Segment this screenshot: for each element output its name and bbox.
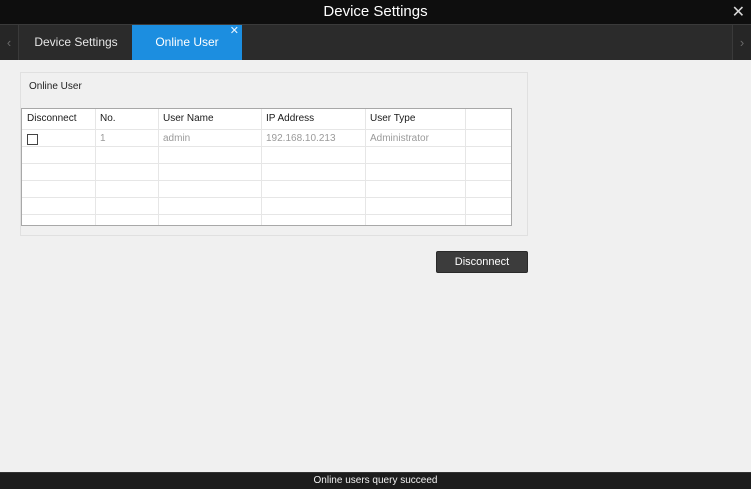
row-divider [22,180,511,181]
row-divider [22,197,511,198]
scroll-left-icon[interactable]: ‹ [0,25,19,60]
cell-ip-address: 192.168.10.213 [266,133,336,144]
column-divider [465,109,466,225]
column-header-ip-address[interactable]: IP Address [261,109,365,129]
tab-close-icon[interactable]: ✕ [230,14,239,49]
tab-device-settings[interactable]: Device Settings [20,25,132,60]
cell-user-type: Administrator [370,133,429,144]
disconnect-checkbox[interactable] [27,134,38,145]
row-divider [22,214,511,215]
scroll-right-icon[interactable]: › [732,25,751,60]
disconnect-button[interactable]: Disconnect [436,251,528,273]
tab-label: Online User [155,35,219,49]
online-user-table: Disconnect No. User Name IP Address User… [21,108,512,226]
online-user-group: Online User Disconnect No. User Name IP … [20,72,528,236]
cell-no: 1 [100,133,106,144]
tab-bar: ‹ Device Settings Online User ✕ › [0,24,751,60]
tab-label: Device Settings [34,35,118,49]
title-bar: Device Settings ✕ [0,0,751,24]
status-text: Online users query succeed [313,475,438,486]
row-divider [22,163,511,164]
status-bar: Online users query succeed [0,472,751,489]
close-icon[interactable]: ✕ [732,2,745,22]
column-header-disconnect[interactable]: Disconnect [22,109,95,129]
cell-user-name: admin [163,133,191,144]
tab-online-user[interactable]: Online User ✕ [132,25,242,60]
column-header-user-type[interactable]: User Type [365,109,465,129]
window-title: Device Settings [323,3,428,20]
content-panel: Online User Disconnect No. User Name IP … [0,60,751,472]
group-title: Online User [29,81,82,92]
column-header-user-name[interactable]: User Name [158,109,261,129]
column-header-no[interactable]: No. [95,109,158,129]
